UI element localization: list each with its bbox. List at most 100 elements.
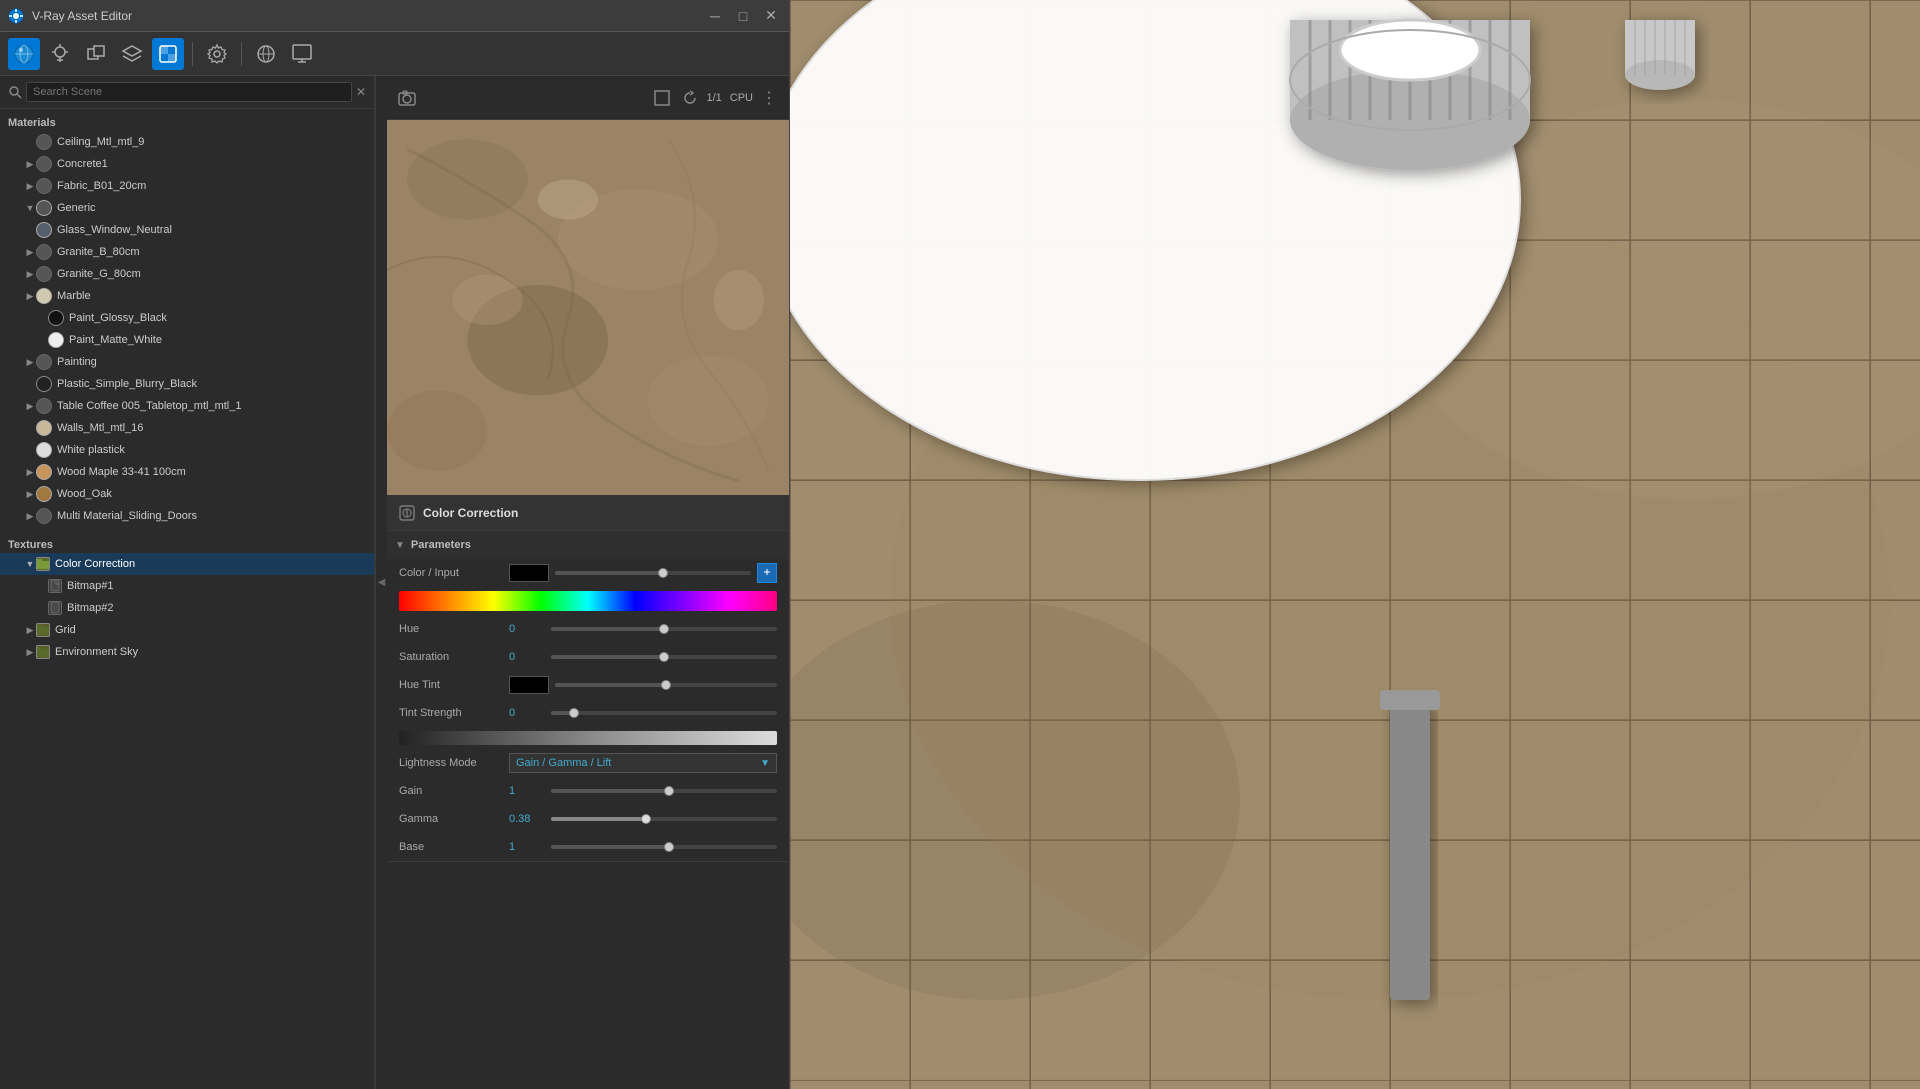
lightness-mode-dropdown[interactable]: Gain / Gamma / Lift ▼ (509, 753, 777, 773)
base-slider[interactable] (551, 845, 777, 849)
lightness-mode-text: Gain / Gamma / Lift (516, 757, 611, 769)
item-label: Wood Maple 33-41 100cm (57, 466, 186, 478)
preview-area (387, 120, 789, 495)
color-input-slider[interactable] (555, 571, 751, 575)
toolbar-material-btn[interactable] (250, 38, 282, 70)
hue-tint-label: Hue Tint (399, 679, 509, 691)
preview-camera-btn[interactable] (395, 86, 419, 110)
bottle-cap-object (1290, 20, 1530, 170)
color-input-row: Color / Input (387, 559, 789, 587)
hue-number[interactable]: 0 (509, 623, 545, 635)
item-label: Granite_B_80cm (57, 246, 140, 258)
material-icon-ball (36, 398, 52, 414)
toolbar-render-btn[interactable] (286, 38, 318, 70)
expand-arrow: ▶ (24, 510, 36, 522)
material-item-paint-matte[interactable]: Paint_Matte_White (0, 329, 374, 351)
material-item-painting[interactable]: ▶ Painting (0, 351, 374, 373)
texture-item-bitmap2[interactable]: Bitmap#2 (0, 597, 374, 619)
expand-arrow: ▶ (24, 246, 36, 258)
texture-item-color-correction[interactable]: ▼ Color Correction (0, 553, 374, 575)
minimize-button[interactable]: ─ (705, 6, 725, 26)
saturation-value: 0 (509, 651, 777, 663)
material-item-marble[interactable]: ▶ Marble (0, 285, 374, 307)
material-item-white-plastick[interactable]: White plastick (0, 439, 374, 461)
toolbar-settings-btn[interactable] (201, 38, 233, 70)
texture-item-bitmap1[interactable]: Bitmap#1 (0, 575, 374, 597)
material-item-generic[interactable]: ▼ Generic (0, 197, 374, 219)
hue-slider[interactable] (551, 627, 777, 631)
material-item-concrete[interactable]: ▶ Concrete1 (0, 153, 374, 175)
expand-arrow: ▼ (24, 202, 36, 214)
viewport-scene (790, 0, 1920, 1089)
toolbar-geometry-btn[interactable] (80, 38, 112, 70)
base-number[interactable]: 1 (509, 841, 545, 853)
material-item-walls[interactable]: Walls_Mtl_mtl_16 (0, 417, 374, 439)
material-item-ceiling[interactable]: Ceiling_Mtl_mtl_9 (0, 131, 374, 153)
material-item-granite-g[interactable]: ▶ Granite_G_80cm (0, 263, 374, 285)
gamma-number[interactable]: 0.38 (509, 813, 545, 825)
texture-item-env-sky[interactable]: ▶ Environment Sky (0, 641, 374, 663)
search-clear-btn[interactable]: ✕ (356, 85, 366, 99)
toolbar-texture-btn[interactable] (152, 38, 184, 70)
scene-tree-panel: ✕ Materials Ceiling_Mtl_mtl_9 ▶ Concrete… (0, 76, 375, 1089)
gamma-label: Gamma (399, 813, 509, 825)
item-label: Plastic_Simple_Blurry_Black (57, 378, 197, 390)
material-icon-ball (36, 508, 52, 524)
expand-arrow: ▶ (24, 356, 36, 368)
color-map-btn[interactable] (757, 563, 777, 583)
material-item-glass[interactable]: Glass_Window_Neutral (0, 219, 374, 241)
material-item-fabric[interactable]: ▶ Fabric_B01_20cm (0, 175, 374, 197)
camera-icon (398, 89, 416, 107)
material-icon-ball (36, 156, 52, 172)
expand-arrow (36, 602, 48, 614)
texture-item-grid[interactable]: ▶ Grid (0, 619, 374, 641)
material-icon-ball (36, 442, 52, 458)
hue-tint-swatch[interactable] (509, 676, 549, 694)
expand-arrow (36, 334, 48, 346)
gamma-slider[interactable] (551, 817, 777, 821)
material-item-granite-b[interactable]: ▶ Granite_B_80cm (0, 241, 374, 263)
close-button[interactable]: ✕ (761, 6, 781, 26)
material-item-paint-glossy[interactable]: Paint_Glossy_Black (0, 307, 374, 329)
base-value: 1 (509, 841, 777, 853)
material-item-plastic[interactable]: Plastic_Simple_Blurry_Black (0, 373, 374, 395)
texture-file-icon (48, 579, 62, 593)
base-row: Base 1 (387, 833, 789, 861)
tint-strength-value: 0 (509, 707, 777, 719)
preview-menu-btn[interactable]: ⋮ (757, 86, 781, 110)
expand-arrow: ▶ (24, 180, 36, 192)
right-content: 1/1 CPU ⋮ (387, 76, 789, 1089)
toolbar-light-btn[interactable] (44, 38, 76, 70)
search-bar: ✕ (0, 76, 374, 109)
preview-refresh-btn[interactable] (678, 86, 702, 110)
item-label: Ceiling_Mtl_mtl_9 (57, 136, 144, 148)
expand-arrow: ▶ (24, 400, 36, 412)
hue-rainbow-bar[interactable] (399, 591, 777, 611)
3d-viewport[interactable] (790, 0, 1920, 1089)
gamma-row: Gamma 0.38 (387, 805, 789, 833)
lightness-gradient-bar[interactable] (399, 731, 777, 745)
toolbar-layers-btn[interactable] (116, 38, 148, 70)
search-input[interactable] (26, 82, 352, 102)
gain-value: 1 (509, 785, 777, 797)
material-item-wood-oak[interactable]: ▶ Wood_Oak (0, 483, 374, 505)
tint-strength-number[interactable]: 0 (509, 707, 545, 719)
saturation-number[interactable]: 0 (509, 651, 545, 663)
parameters-section-header[interactable]: ▼ Parameters (387, 531, 789, 559)
material-item-wood-maple[interactable]: ▶ Wood Maple 33-41 100cm (0, 461, 374, 483)
material-item-table-coffee[interactable]: ▶ Table Coffee 005_Tabletop_mtl_mtl_1 (0, 395, 374, 417)
toolbar-vray-btn[interactable] (8, 38, 40, 70)
texture-preview (387, 120, 789, 495)
color-input-swatch[interactable] (509, 564, 549, 582)
tint-strength-slider[interactable] (551, 711, 777, 715)
item-label: Wood_Oak (57, 488, 112, 500)
maximize-button[interactable]: □ (733, 6, 753, 26)
saturation-slider[interactable] (551, 655, 777, 659)
material-item-multi[interactable]: ▶ Multi Material_Sliding_Doors (0, 505, 374, 527)
hue-tint-slider[interactable] (555, 683, 777, 687)
gain-slider[interactable] (551, 789, 777, 793)
collapse-handle[interactable]: ◀ (375, 76, 387, 1089)
preview-square-btn[interactable] (650, 86, 674, 110)
material-icon-ball (36, 288, 52, 304)
gain-number[interactable]: 1 (509, 785, 545, 797)
